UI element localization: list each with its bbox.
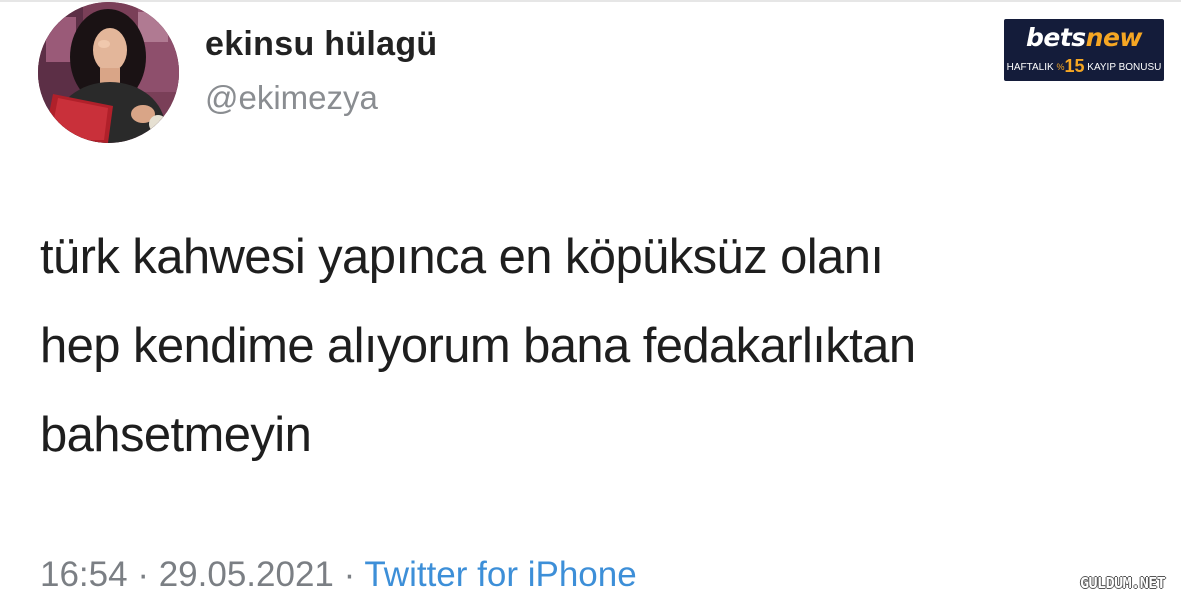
tweet-date[interactable]: 29.05.2021 — [159, 555, 334, 594]
ad-brand-part2: new — [1085, 23, 1143, 52]
ad-sub-left: HAFTALIK — [1006, 62, 1057, 73]
tweet-source-link[interactable]: Twitter for iPhone — [364, 555, 636, 594]
tweet-line: hep kendime alıyorum bana fedakarlıktan — [40, 319, 916, 373]
meta-separator: · — [127, 555, 159, 594]
user-handle[interactable]: @ekimezya — [205, 78, 438, 118]
ad-sub-number: 15 — [1064, 56, 1085, 76]
ad-brand-part1: bets — [1025, 23, 1086, 52]
author-block: ekinsu hülagü @ekimezya — [205, 24, 438, 118]
tweet-meta: 16:54 · 29.05.2021 · Twitter for iPhone — [40, 553, 637, 597]
tweet-time[interactable]: 16:54 — [40, 555, 128, 594]
avatar-image — [38, 2, 179, 143]
ad-subtitle: HAFTALIK %15 KAYIP BONUSU — [1004, 57, 1164, 77]
ad-sub-right: KAYIP BONUSU — [1084, 62, 1162, 73]
ad-brand-logo: betsnew — [1004, 23, 1164, 53]
tweet-card: ekinsu hülagü @ekimezya betsnew HAFTALIK… — [0, 0, 1181, 597]
tweet-text: türk kahwesi yapınca en köpüksüz olanı h… — [40, 213, 1150, 480]
meta-separator: · — [333, 555, 365, 594]
tweet-line: türk kahwesi yapınca en köpüksüz olanı — [40, 230, 884, 284]
site-watermark: GULDUM.NET — [1080, 574, 1166, 592]
tweet-line: bahsetmeyin — [40, 408, 312, 462]
ad-badge[interactable]: betsnew HAFTALIK %15 KAYIP BONUSU — [1004, 19, 1164, 81]
avatar[interactable] — [38, 2, 179, 143]
display-name[interactable]: ekinsu hülagü — [205, 24, 438, 64]
top-divider — [0, 0, 1181, 2]
